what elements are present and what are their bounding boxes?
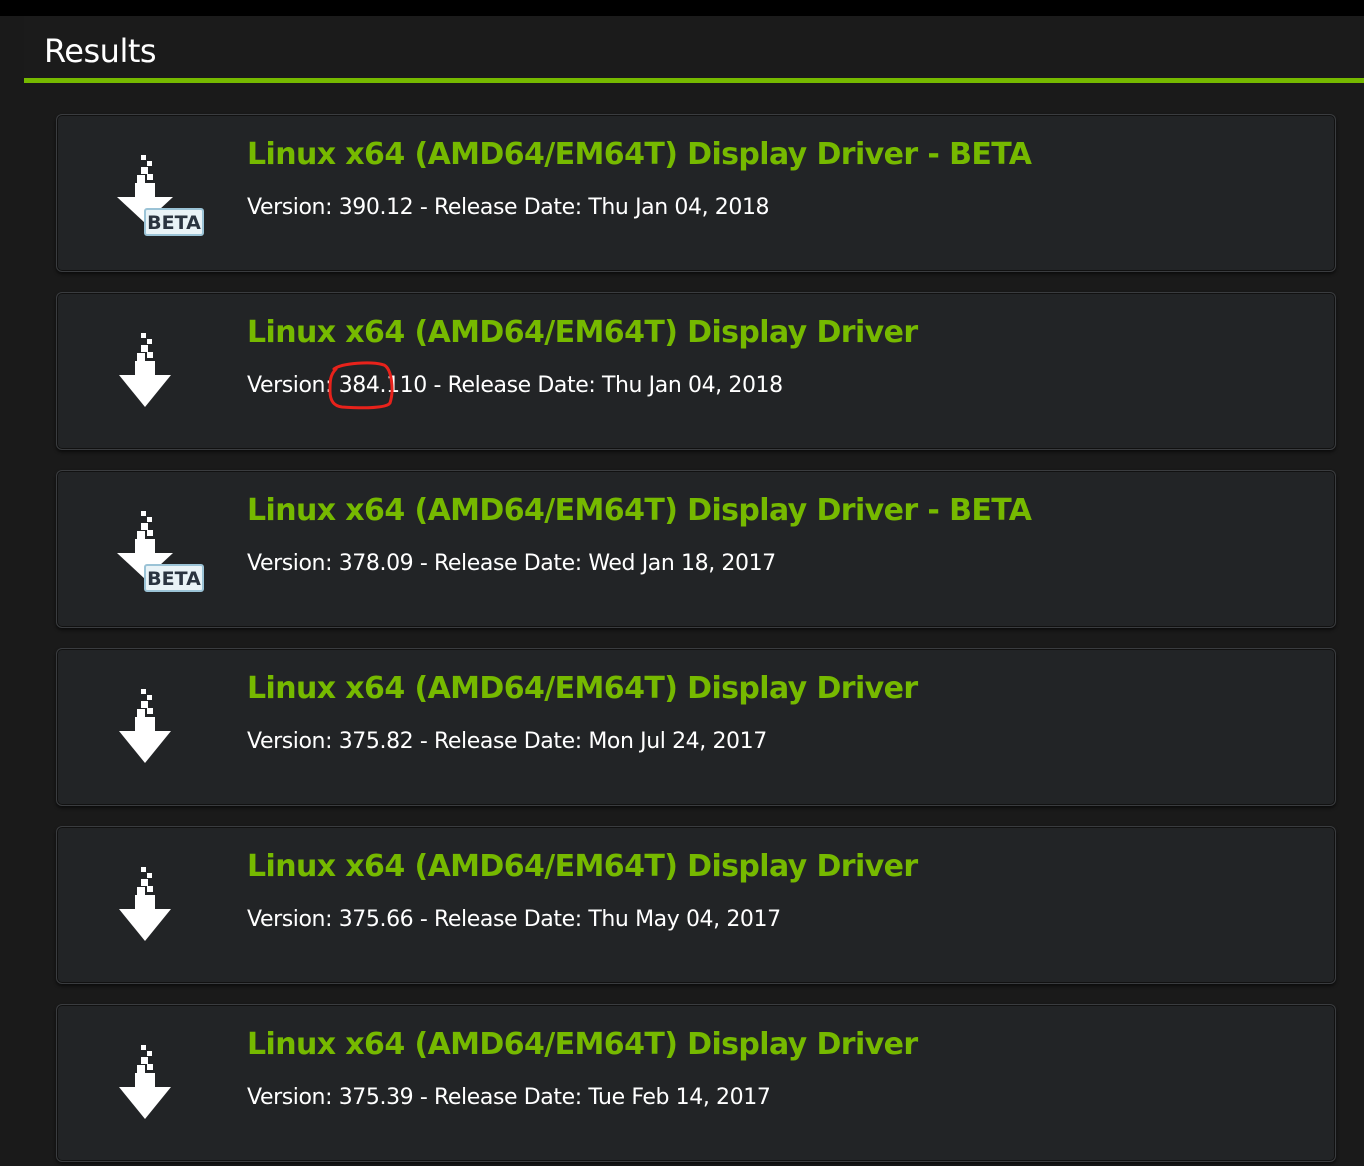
- page: Results BETA Linux x64 (AMD64/EM64T) Dis…: [0, 0, 1364, 1166]
- result-card[interactable]: Linux x64 (AMD64/EM64T) Display Driver V…: [56, 648, 1336, 806]
- result-meta: Version: 390.12 - Release Date: Thu Jan …: [247, 195, 770, 220]
- result-meta: Version: 384.110 - Release Date: Thu Jan…: [247, 373, 783, 398]
- result-title[interactable]: Linux x64 (AMD64/EM64T) Display Driver: [247, 849, 918, 884]
- download-icon: [119, 333, 171, 407]
- result-meta: Version: 375.82 - Release Date: Mon Jul …: [247, 729, 767, 754]
- beta-badge-label: BETA: [147, 212, 201, 234]
- page-title: Results: [44, 32, 157, 70]
- results-header: Results: [24, 16, 1364, 80]
- download-icon: [119, 1045, 171, 1119]
- result-card[interactable]: Linux x64 (AMD64/EM64T) Display Driver V…: [56, 826, 1336, 984]
- result-card[interactable]: Linux x64 (AMD64/EM64T) Display Driver V…: [56, 292, 1336, 450]
- download-beta-icon: BETA: [117, 155, 204, 236]
- result-card[interactable]: BETA Linux x64 (AMD64/EM64T) Display Dri…: [56, 114, 1336, 272]
- beta-badge-label: BETA: [147, 568, 201, 590]
- result-card[interactable]: Linux x64 (AMD64/EM64T) Display Driver V…: [56, 1004, 1336, 1162]
- result-meta: Version: 375.39 - Release Date: Tue Feb …: [247, 1085, 771, 1110]
- result-title[interactable]: Linux x64 (AMD64/EM64T) Display Driver: [247, 1027, 918, 1062]
- result-title[interactable]: Linux x64 (AMD64/EM64T) Display Driver: [247, 315, 918, 350]
- top-strip: [0, 0, 1364, 16]
- result-meta: Version: 378.09 - Release Date: Wed Jan …: [247, 551, 776, 576]
- download-beta-icon: BETA: [117, 511, 204, 592]
- result-meta: Version: 375.66 - Release Date: Thu May …: [247, 907, 781, 932]
- result-card[interactable]: BETA Linux x64 (AMD64/EM64T) Display Dri…: [56, 470, 1336, 628]
- download-icon: [119, 867, 171, 941]
- download-icon: [119, 689, 171, 763]
- result-title[interactable]: Linux x64 (AMD64/EM64T) Display Driver -…: [247, 137, 1032, 172]
- result-title[interactable]: Linux x64 (AMD64/EM64T) Display Driver: [247, 671, 918, 706]
- result-title[interactable]: Linux x64 (AMD64/EM64T) Display Driver -…: [247, 493, 1032, 528]
